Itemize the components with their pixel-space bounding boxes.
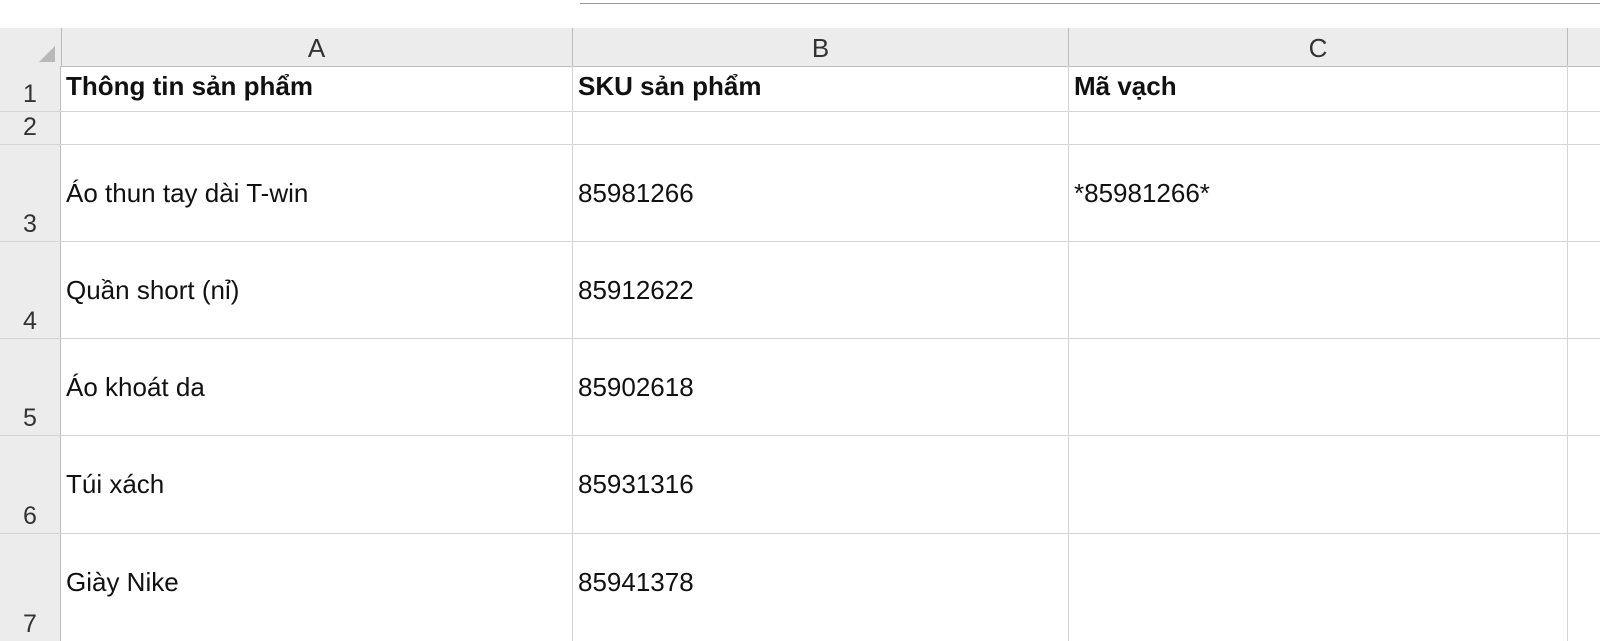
cell-d1[interactable] xyxy=(1568,66,1600,111)
cell-d7[interactable] xyxy=(1568,534,1600,641)
row-header[interactable]: 2 xyxy=(0,112,61,144)
cell-d6[interactable] xyxy=(1568,436,1600,533)
cell-text: Giày Nike xyxy=(66,567,179,597)
cell-d5[interactable] xyxy=(1568,339,1600,435)
cell-text: Túi xách xyxy=(66,469,165,499)
cell-text: SKU sản phẩm xyxy=(578,71,762,101)
row-number: 6 xyxy=(23,502,37,530)
cell-text: 85931316 xyxy=(578,469,694,499)
cell-c1[interactable]: Mã vạch xyxy=(1069,66,1568,111)
row-number: 5 xyxy=(23,404,37,432)
row-header[interactable]: 6 xyxy=(0,436,61,533)
table-row: 1 Thông tin sản phẩm SKU sản phẩm Mã vạc… xyxy=(0,66,1600,112)
cell-text: Mã vạch xyxy=(1074,71,1177,101)
column-header-b[interactable]: B xyxy=(573,28,1069,66)
cell-text: Áo thun tay dài T-win xyxy=(66,178,309,208)
cell-text: Thông tin sản phẩm xyxy=(66,71,313,101)
cell-d3[interactable] xyxy=(1568,145,1600,241)
table-row: 5 Áo khoát da 85902618 xyxy=(0,339,1600,436)
row-number: 4 xyxy=(23,307,37,335)
cell-b5[interactable]: 85902618 xyxy=(573,339,1069,435)
toolbar-area xyxy=(0,0,1600,28)
cell-text: 85912622 xyxy=(578,275,694,305)
cell-b7[interactable]: 85941378 xyxy=(573,534,1069,641)
cell-c6[interactable] xyxy=(1069,436,1568,533)
cell-text: 85902618 xyxy=(578,372,694,402)
row-header[interactable]: 7 xyxy=(0,534,61,641)
select-all-button[interactable] xyxy=(0,28,62,66)
cell-b1[interactable]: SKU sản phẩm xyxy=(573,66,1069,111)
column-header-d-partial[interactable] xyxy=(1568,28,1600,66)
row-number: 7 xyxy=(23,610,37,638)
column-header-a[interactable]: A xyxy=(61,28,573,66)
cell-a1[interactable]: Thông tin sản phẩm xyxy=(61,66,573,111)
row-number: 3 xyxy=(23,210,37,238)
cell-c2[interactable] xyxy=(1069,112,1568,144)
cell-b3[interactable]: 85981266 xyxy=(573,145,1069,241)
spreadsheet: A B C 1 Thông tin sản phẩm SKU sản phẩm … xyxy=(0,0,1600,641)
cell-text: 85981266 xyxy=(578,178,694,208)
cell-a4[interactable]: Quần short (nỉ) xyxy=(61,242,573,338)
cell-a2[interactable] xyxy=(61,112,573,144)
cell-b2[interactable] xyxy=(573,112,1069,144)
select-all-triangle-icon xyxy=(39,46,55,62)
row-header[interactable]: 3 xyxy=(0,145,61,241)
row-header[interactable]: 1 xyxy=(0,66,61,111)
row-header[interactable]: 5 xyxy=(0,339,61,435)
cell-a7[interactable]: Giày Nike xyxy=(61,534,573,641)
cell-text: Quần short (nỉ) xyxy=(66,275,240,305)
cell-c3[interactable]: *85981266* xyxy=(1069,145,1568,241)
cell-c5[interactable] xyxy=(1069,339,1568,435)
table-row: 4 Quần short (nỉ) 85912622 xyxy=(0,242,1600,339)
table-row: 6 Túi xách 85931316 xyxy=(0,436,1600,534)
cell-text: *85981266* xyxy=(1074,178,1210,208)
cell-b4[interactable]: 85912622 xyxy=(573,242,1069,338)
row-header[interactable]: 4 xyxy=(0,242,61,338)
row-number: 2 xyxy=(23,113,37,141)
cell-a5[interactable]: Áo khoát da xyxy=(61,339,573,435)
column-header-row: A B C xyxy=(0,28,1600,67)
cell-c4[interactable] xyxy=(1069,242,1568,338)
table-row: 7 Giày Nike 85941378 xyxy=(0,534,1600,641)
formula-bar[interactable] xyxy=(580,0,1600,4)
cell-text: Áo khoát da xyxy=(66,372,205,402)
cell-d4[interactable] xyxy=(1568,242,1600,338)
cell-d2[interactable] xyxy=(1568,112,1600,144)
column-header-c[interactable]: C xyxy=(1069,28,1568,66)
cell-b6[interactable]: 85931316 xyxy=(573,436,1069,533)
cell-a6[interactable]: Túi xách xyxy=(61,436,573,533)
row-number: 1 xyxy=(23,80,37,108)
cell-text: 85941378 xyxy=(578,567,694,597)
cell-c7[interactable] xyxy=(1069,534,1568,641)
table-row: 2 xyxy=(0,112,1600,145)
cell-a3[interactable]: Áo thun tay dài T-win xyxy=(61,145,573,241)
table-row: 3 Áo thun tay dài T-win 85981266 *859812… xyxy=(0,145,1600,242)
